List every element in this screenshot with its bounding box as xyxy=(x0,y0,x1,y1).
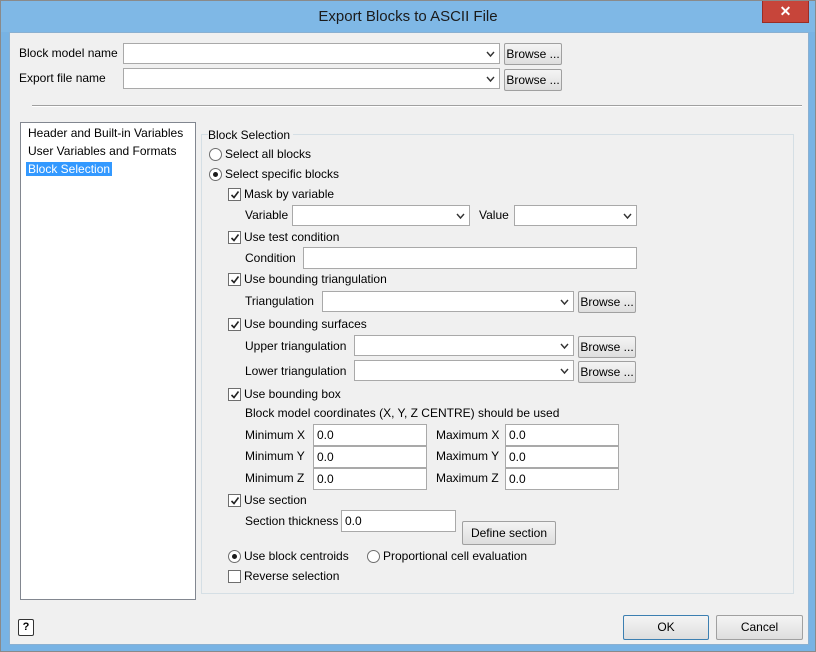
help-icon[interactable]: ? xyxy=(18,619,34,636)
use-bounding-box-label[interactable]: Use bounding box xyxy=(244,387,341,401)
triangulation-label: Triangulation xyxy=(245,294,314,308)
max-x-label: Maximum X xyxy=(436,428,500,442)
close-button[interactable]: ✕ xyxy=(762,1,809,23)
reverse-selection-label[interactable]: Reverse selection xyxy=(244,569,339,583)
dialog-client-area: Block model name Browse ... Export file … xyxy=(9,32,809,645)
section-thickness-input[interactable]: 0.0 xyxy=(341,510,456,532)
nav-item-header-variables[interactable]: Header and Built-in Variables xyxy=(26,126,185,140)
reverse-selection-checkbox[interactable] xyxy=(228,570,241,583)
upper-triangulation-combo[interactable] xyxy=(354,335,574,356)
condition-input[interactable] xyxy=(303,247,637,269)
select-specific-label[interactable]: Select specific blocks xyxy=(225,167,339,181)
variable-label: Variable xyxy=(245,208,289,222)
bbox-note: Block model coordinates (X, Y, Z CENTRE)… xyxy=(245,406,560,420)
max-y-label: Maximum Y xyxy=(436,449,500,463)
nav-item-block-selection[interactable]: Block Selection xyxy=(26,162,113,176)
use-bounding-box-checkbox[interactable] xyxy=(228,388,241,401)
dialog-window: Export Blocks to ASCII File ✕ Block mode… xyxy=(0,0,816,652)
define-section-button[interactable]: Define section xyxy=(462,521,556,545)
title-bar: Export Blocks to ASCII File ✕ xyxy=(1,1,815,32)
use-bounding-triangulation-label[interactable]: Use bounding triangulation xyxy=(244,272,387,286)
block-model-name-label: Block model name xyxy=(19,46,118,60)
export-file-name-label: Export file name xyxy=(19,71,106,85)
use-section-checkbox[interactable] xyxy=(228,494,241,507)
use-bounding-triangulation-checkbox[interactable] xyxy=(228,273,241,286)
chevron-down-icon xyxy=(560,295,569,309)
group-title: Block Selection xyxy=(208,128,294,142)
ok-button[interactable]: OK xyxy=(623,615,709,640)
min-z-input[interactable]: 0.0 xyxy=(313,468,427,490)
use-block-centroids-radio[interactable] xyxy=(228,550,241,563)
max-z-input[interactable]: 0.0 xyxy=(505,468,619,490)
select-all-label[interactable]: Select all blocks xyxy=(225,147,311,161)
value-label: Value xyxy=(479,208,509,222)
value-combo[interactable] xyxy=(514,205,637,226)
max-x-input[interactable]: 0.0 xyxy=(505,424,619,446)
use-bounding-surfaces-label[interactable]: Use bounding surfaces xyxy=(244,317,367,331)
chevron-down-icon xyxy=(560,339,569,353)
min-x-input[interactable]: 0.0 xyxy=(313,424,427,446)
lower-triangulation-label: Lower triangulation xyxy=(245,364,347,378)
block-model-browse-button[interactable]: Browse ... xyxy=(504,43,562,65)
chevron-down-icon xyxy=(623,209,632,223)
condition-label: Condition xyxy=(245,251,296,265)
window-title: Export Blocks to ASCII File xyxy=(318,8,498,25)
chevron-down-icon xyxy=(486,47,495,61)
mask-by-variable-label[interactable]: Mask by variable xyxy=(244,187,334,201)
section-nav-list: Header and Built-in Variables User Varia… xyxy=(20,122,196,600)
select-specific-radio[interactable] xyxy=(209,168,222,181)
block-model-name-combo[interactable] xyxy=(123,43,500,64)
triangulation-browse-button[interactable]: Browse ... xyxy=(578,291,636,313)
chevron-down-icon xyxy=(456,209,465,223)
max-y-input[interactable]: 0.0 xyxy=(505,446,619,468)
proportional-cell-radio[interactable] xyxy=(367,550,380,563)
nav-item-user-variables[interactable]: User Variables and Formats xyxy=(26,144,179,158)
cancel-button[interactable]: Cancel xyxy=(716,615,803,640)
variable-combo[interactable] xyxy=(292,205,470,226)
use-section-label[interactable]: Use section xyxy=(244,493,307,507)
max-z-label: Maximum Z xyxy=(436,471,499,485)
min-x-label: Minimum X xyxy=(245,428,306,442)
lower-triangulation-combo[interactable] xyxy=(354,360,574,381)
separator xyxy=(32,105,802,107)
min-y-label: Minimum Y xyxy=(245,449,305,463)
min-z-label: Minimum Z xyxy=(245,471,305,485)
chevron-down-icon xyxy=(560,364,569,378)
export-file-browse-button[interactable]: Browse ... xyxy=(504,69,562,91)
use-block-centroids-label[interactable]: Use block centroids xyxy=(244,549,349,563)
use-test-condition-label[interactable]: Use test condition xyxy=(244,230,339,244)
use-test-condition-checkbox[interactable] xyxy=(228,231,241,244)
min-y-input[interactable]: 0.0 xyxy=(313,446,427,468)
chevron-down-icon xyxy=(486,72,495,86)
upper-triangulation-label: Upper triangulation xyxy=(245,339,347,353)
upper-triangulation-browse-button[interactable]: Browse ... xyxy=(578,336,636,358)
use-bounding-surfaces-checkbox[interactable] xyxy=(228,318,241,331)
export-file-name-combo[interactable] xyxy=(123,68,500,89)
mask-by-variable-checkbox[interactable] xyxy=(228,188,241,201)
triangulation-combo[interactable] xyxy=(322,291,574,312)
proportional-cell-label[interactable]: Proportional cell evaluation xyxy=(383,549,527,563)
select-all-radio[interactable] xyxy=(209,148,222,161)
section-thickness-label: Section thickness xyxy=(245,514,339,528)
lower-triangulation-browse-button[interactable]: Browse ... xyxy=(578,361,636,383)
